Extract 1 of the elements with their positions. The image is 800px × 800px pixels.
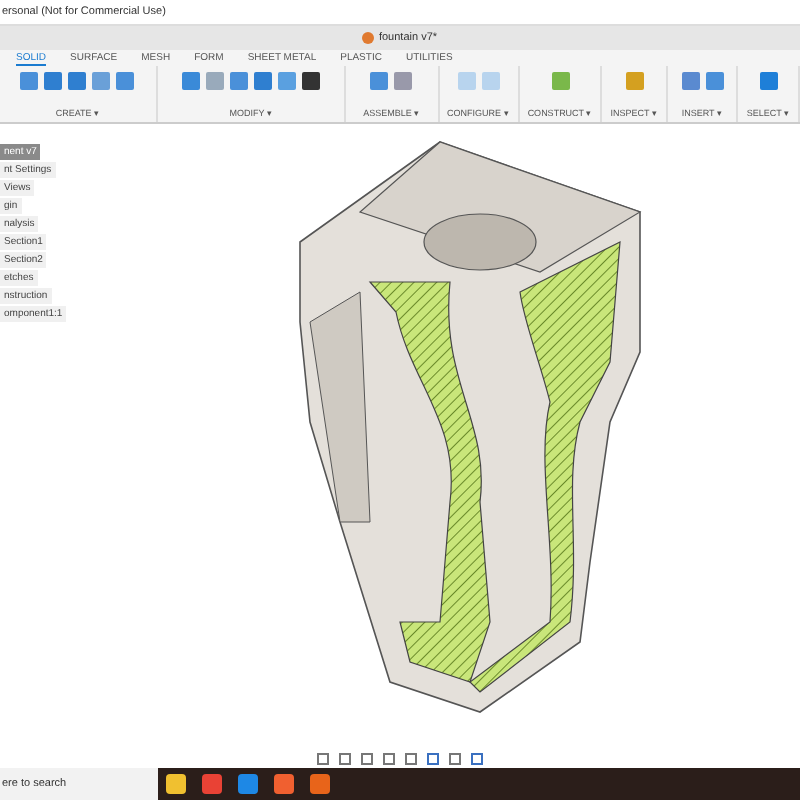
document-icon — [362, 32, 375, 44]
